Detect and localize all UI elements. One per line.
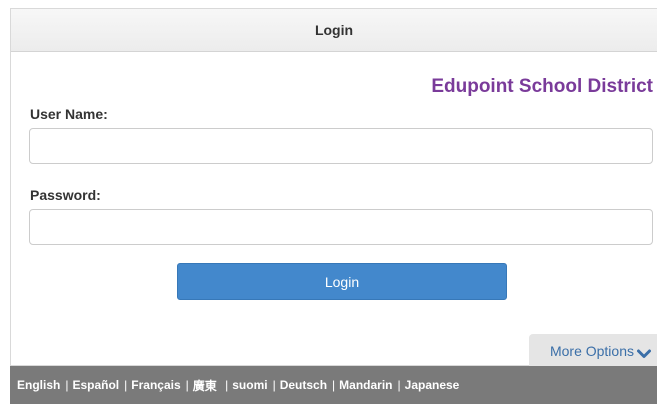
language-link-japanese[interactable]: Japanese (405, 378, 460, 392)
username-label: User Name: (30, 106, 108, 122)
language-link-francais[interactable]: Français (131, 378, 180, 392)
chevron-down-icon (637, 346, 651, 358)
language-link-mandarin[interactable]: Mandarin (339, 378, 392, 392)
district-name: Edupoint School District (431, 76, 653, 97)
password-label: Password: (30, 187, 101, 203)
language-link-cantonese[interactable]: 廣東 (193, 377, 217, 394)
language-link-espanol[interactable]: Español (72, 378, 119, 392)
language-link-deutsch[interactable]: Deutsch (280, 378, 327, 392)
password-field[interactable] (29, 209, 653, 245)
login-page: Login Edupoint School District User Name… (0, 0, 657, 404)
panel-title: Login (314, 22, 354, 38)
panel-header: Login (11, 9, 657, 52)
language-bar: English | Español | Français | 廣東 | suom… (10, 366, 657, 404)
username-field[interactable] (29, 128, 653, 164)
language-link-suomi[interactable]: suomi (232, 378, 267, 392)
more-options-label: More Options (549, 342, 634, 359)
login-button-label: Login (324, 273, 360, 290)
login-panel: Login Edupoint School District User Name… (10, 8, 657, 367)
more-options-button[interactable]: More Options (529, 334, 657, 367)
language-link-english[interactable]: English (17, 378, 60, 392)
login-button[interactable]: Login (177, 263, 507, 300)
